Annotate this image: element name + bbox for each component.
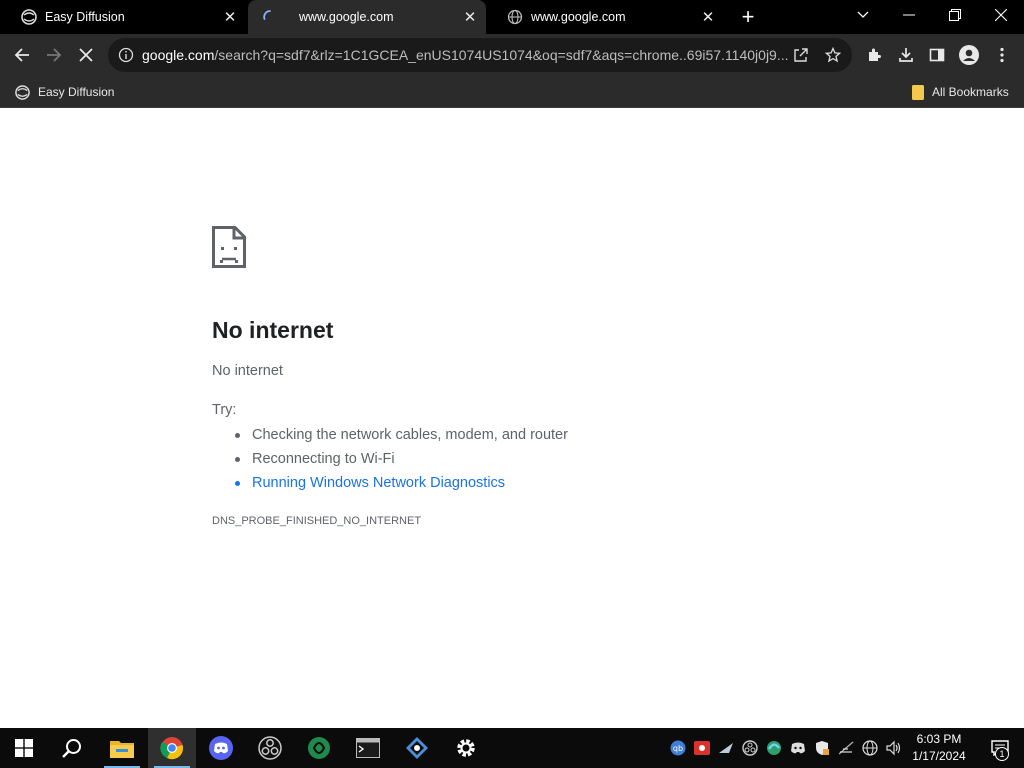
folder-icon [912,84,924,100]
search-icon[interactable] [48,728,96,768]
clock-time: 6:03 PM [916,732,962,746]
address-bar[interactable]: google.com/search?q=sdf7&rlz=1C1GCEA_enU… [108,38,852,72]
steam-tray-icon[interactable] [717,739,735,757]
notification-badge: 1 [995,747,1009,761]
url-host: google.com [142,47,215,63]
url-path: /search?q=sdf7&rlz=1C1GCEA_enUS1074US107… [214,47,789,63]
easy-diffusion-icon [15,84,30,100]
download-icon[interactable] [891,40,921,70]
file-explorer-icon[interactable] [98,728,146,768]
close-tab-icon[interactable]: ✕ [220,7,240,27]
url-text[interactable]: google.com/search?q=sdf7&rlz=1C1GCEA_enU… [142,47,789,63]
chrome-icon[interactable] [148,728,196,768]
tab-strip: Easy Diffusion ✕ www.google.com ✕ www.go… [0,0,1024,34]
app-green-icon[interactable] [295,728,343,768]
start-icon[interactable] [0,728,48,768]
new-tab-button[interactable]: + [736,4,760,29]
loading-spinner-icon [263,10,271,20]
bookmark-label: Easy Diffusion [38,85,115,99]
tab-title: www.google.com [299,10,394,24]
suggestion-item: Checking the network cables, modem, and … [212,425,568,449]
restore-button[interactable] [932,0,978,30]
clock-date: 1/17/2024 [912,749,966,763]
network-diagnostics-link[interactable]: Running Windows Network Diagnostics [212,473,568,497]
minimize-button[interactable] [886,0,932,30]
bookmark-easy-diffusion[interactable]: Easy Diffusion [15,82,114,102]
sad-document-icon [212,226,246,268]
volume-icon[interactable] [885,739,903,757]
bookmarks-bar: Easy Diffusion All Bookmarks [0,76,1024,108]
share-icon[interactable] [786,40,816,70]
side-panel-icon[interactable] [922,40,952,70]
try-label: Try: [212,402,237,418]
windows-taskbar: qb 6:03 PM 1/17/2024 1 [0,728,1024,768]
recording-tray-icon[interactable] [693,739,711,757]
tab-google[interactable]: www.google.com ✕ [486,0,724,34]
close-window-button[interactable] [978,0,1024,30]
forward-button[interactable] [39,40,69,70]
all-bookmarks-button[interactable]: All Bookmarks [912,82,1009,102]
error-page: No internet No internet Try: Checking th… [0,109,1024,728]
close-tab-icon[interactable]: ✕ [698,7,718,27]
site-info-icon[interactable] [118,47,134,63]
more-menu-icon[interactable] [987,40,1017,70]
suggestion-item: Reconnecting to Wi-Fi [212,449,568,473]
all-bookmarks-label: All Bookmarks [932,85,1009,99]
qbittorrent-tray-icon[interactable]: qb [669,739,687,757]
system-clock[interactable]: 6:03 PM 1/17/2024 [906,731,972,765]
network-app-icon[interactable] [393,728,441,768]
browser-toolbar: google.com/search?q=sdf7&rlz=1C1GCEA_enU… [0,34,1024,76]
edge-tray-icon[interactable] [765,739,783,757]
settings-icon[interactable] [442,728,490,768]
obs-tray-icon[interactable] [741,739,759,757]
back-button[interactable] [7,40,37,70]
security-shield-icon[interactable] [813,739,831,757]
tab-easy-diffusion[interactable]: Easy Diffusion ✕ [0,0,246,34]
tab-title: Easy Diffusion [45,10,125,24]
no-network-icon[interactable] [837,739,855,757]
globe-icon [507,9,523,25]
tab-search-chevron-icon[interactable] [840,0,886,30]
obs-icon[interactable] [246,728,294,768]
tab-google-active[interactable]: www.google.com ✕ [248,0,486,34]
extensions-icon[interactable] [859,40,889,70]
close-tab-icon[interactable]: ✕ [460,7,480,27]
terminal-icon[interactable] [344,728,392,768]
network-globe-icon[interactable] [861,739,879,757]
error-subtitle: No internet [212,363,283,379]
error-title: No internet [212,317,334,343]
error-code: DNS_PROBE_FINISHED_NO_INTERNET [212,515,422,527]
tab-title: www.google.com [531,10,626,24]
discord-icon[interactable] [197,728,245,768]
bookmark-star-icon[interactable] [818,40,848,70]
svg-text:qb: qb [673,744,683,753]
stop-loading-button[interactable] [71,40,101,70]
easy-diffusion-icon [21,9,37,25]
discord-tray-icon[interactable] [789,739,807,757]
suggestions-list: Checking the network cables, modem, and … [212,425,568,497]
profile-avatar-icon[interactable] [954,40,984,70]
